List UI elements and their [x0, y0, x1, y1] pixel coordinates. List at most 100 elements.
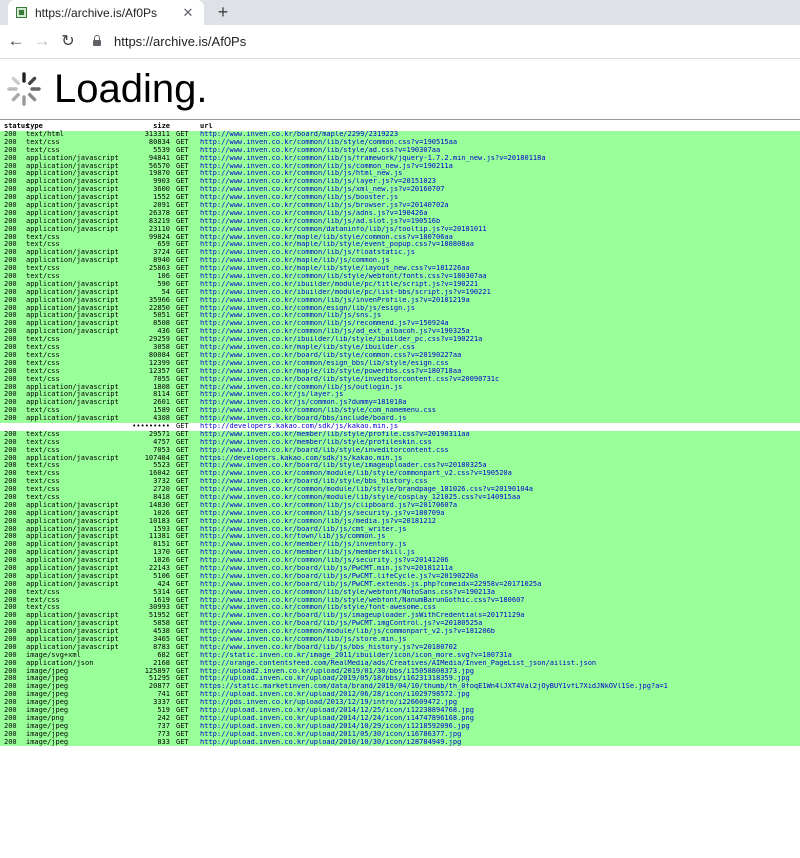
log-row: 200 application/javascript 2091 GET http://w… [0, 201, 800, 210]
log-row: 200 text/css 106 GET http://www.inven.co.kr/… [0, 272, 800, 281]
new-tab-button[interactable]: + [212, 1, 234, 23]
log-url[interactable]: http://www.inven.co.kr/board/lib/style/c… [200, 352, 800, 360]
log-url[interactable]: http://upload.inven.co.kr/upload/2019/05… [200, 675, 800, 683]
log-row: 200 application/javascript 1552 GET http://w… [0, 193, 800, 203]
log-url[interactable]: http://www.inven.co.kr/common/lib/js/flo… [200, 249, 800, 257]
log-url[interactable]: http://www.inven.co.kr/maple/lib/style/e… [200, 241, 800, 249]
log-url[interactable]: http://www.inven.co.kr/board/lib/style/i… [200, 376, 800, 384]
log-url[interactable]: http://www.inven.co.kr/common/lib/style/… [200, 273, 800, 281]
log-row: 200 text/css 7055 GET http://www.inven.co.kr… [0, 375, 800, 384]
log-row: 200 application/javascript 107404 GET https:… [0, 454, 800, 463]
log-url[interactable]: http://www.inven.co.kr/common/lib/js/lay… [200, 178, 800, 186]
log-url[interactable]: http://www.inven.co.kr/maple/lib/style/l… [200, 265, 800, 273]
back-arrow-icon[interactable]: ← [5, 30, 27, 52]
log-url[interactable]: http://www.inven.co.kr/common/lib/style/… [200, 597, 800, 605]
log-url[interactable]: http://www.inven.co.kr/ibuilder/lib/styl… [200, 336, 800, 344]
log-url[interactable]: http://www.inven.co.kr/js/common.js?dumm… [200, 399, 800, 407]
log-url[interactable]: http://www.inven.co.kr/common/lib/js/sto… [200, 636, 800, 644]
log-url[interactable]: http://www.inven.co.kr/common/esign/lib/… [200, 305, 800, 313]
log-url[interactable]: http://www.inven.co.kr/member/lib/js/mem… [200, 549, 800, 557]
browser-toolbar: ← → ↻ https://archive.is/Af0Ps [0, 25, 800, 59]
log-url[interactable]: http://www.inven.co.kr/common/lib/js/fra… [200, 155, 800, 163]
log-url[interactable]: http://www.inven.co.kr/board/lib/style/i… [200, 462, 800, 470]
log-url[interactable]: http://www.inven.co.kr/board/lib/js/PwCM… [200, 620, 800, 628]
log-url[interactable]: http://www.inven.co.kr/ibuilder/module/p… [200, 281, 800, 289]
address-bar[interactable]: https://archive.is/Af0Ps [87, 29, 794, 53]
log-row: 200 text/html 313311 GET http://www.inven.co… [0, 130, 800, 139]
log-url[interactable]: https://developers.kakao.com/sdk/js/kaka… [200, 455, 800, 463]
log-url[interactable]: http://www.inven.co.kr/member/lib/style/… [200, 439, 800, 447]
log-url[interactable]: http://www.inven.co.kr/board/bbs/include… [200, 415, 800, 423]
log-url[interactable]: http://static.inven.co.kr/image_2011/ibu… [200, 652, 800, 660]
log-url[interactable]: http://www.inven.co.kr/common/esign_bbs/… [200, 360, 800, 368]
log-url[interactable]: http://www.inven.co.kr/common/lib/js/inv… [200, 297, 800, 305]
log-url[interactable]: http://www.inven.co.kr/maple/lib/style/i… [200, 344, 800, 352]
log-url[interactable]: http://www.inven.co.kr/common/lib/style/… [200, 407, 800, 415]
log-url[interactable]: http://upload.inven.co.kr/upload/2012/06… [200, 691, 800, 699]
log-header: status type size url [0, 120, 800, 131]
log-url[interactable]: http://www.inven.co.kr/common/lib/js/sec… [200, 557, 800, 565]
log-url[interactable]: http://www.inven.co.kr/maple/lib/style/p… [200, 368, 800, 376]
log-url[interactable]: http://www.inven.co.kr/common/lib/js/boo… [200, 194, 800, 202]
log-url[interactable]: http://www.inven.co.kr/common/lib/js/med… [200, 518, 800, 526]
log-url[interactable]: http://www.inven.co.kr/board/lib/js/PwCM… [200, 581, 800, 589]
log-url[interactable]: http://orange.contentsfeed.com/RealMedia… [200, 660, 800, 668]
log-url[interactable]: http://www.inven.co.kr/common/lib/style/… [200, 589, 800, 597]
log-url[interactable]: http://www.inven.co.kr/common/lib/style/… [200, 139, 800, 147]
browser-tab[interactable]: https://archive.is/Af0Ps ✕ [8, 0, 204, 25]
log-url[interactable]: http://www.inven.co.kr/board/lib/js/PwCM… [200, 565, 800, 573]
log-url[interactable]: http://www.inven.co.kr/common/lib/js/adn… [200, 210, 800, 218]
log-row: 200 text/css 3058 GET http://www.inven.co.kr… [0, 343, 800, 352]
log-url[interactable]: http://www.inven.co.kr/board/lib/js/bbs_… [200, 644, 800, 652]
close-icon[interactable]: ✕ [180, 5, 196, 21]
log-row: 200 text/css 29571 GET http://www.inven.co.k… [0, 430, 800, 439]
forward-arrow-icon[interactable]: → [31, 30, 53, 52]
log-url[interactable]: http://www.inven.co.kr/board/lib/js/PwCM… [200, 573, 800, 581]
log-url[interactable]: http://www.inven.co.kr/common/lib/js/bro… [200, 202, 800, 210]
log-url[interactable]: http://www.inven.co.kr/common/lib/js/xml… [200, 186, 800, 194]
log-url[interactable]: http://www.inven.co.kr/common/lib/js/ad.… [200, 218, 800, 226]
log-url[interactable]: http://upload.inven.co.kr/upload/2011/05… [200, 731, 800, 739]
log-url[interactable]: http://upload.inven.co.kr/upload/2014/12… [200, 715, 800, 723]
log-url[interactable]: http://pds.inven.co.kr/upload/2013/12/19… [200, 699, 800, 707]
log-url[interactable]: http://www.inven.co.kr/common/lib/js/htm… [200, 170, 800, 178]
log-url[interactable]: http://www.inven.co.kr/common/lib/js/out… [200, 384, 800, 392]
log-url[interactable]: http://www.inven.co.kr/common/module/lib… [200, 494, 800, 502]
log-url[interactable]: http://www.inven.co.kr/js/layer.js [200, 391, 800, 399]
log-url[interactable]: http://www.inven.co.kr/common/lib/js/sec… [200, 510, 800, 518]
log-url[interactable]: http://www.inven.co.kr/maple/lib/style/c… [200, 234, 800, 242]
log-url[interactable]: https://static.marketinven.com/data/bran… [200, 683, 800, 691]
log-row: 200 application/javascript 19870 GET http://… [0, 170, 800, 179]
log-url[interactable]: http://upload.inven.co.kr/upload/2010/10… [200, 739, 800, 747]
log-url[interactable]: http://www.inven.co.kr/town/lib/js/commo… [200, 533, 800, 541]
log-url[interactable]: http://www.inven.co.kr/board/lib/js/imag… [200, 612, 800, 620]
log-url[interactable]: http://www.inven.co.kr/common/dataninfo/… [200, 226, 800, 234]
log-url[interactable]: http://www.inven.co.kr/common/module/lib… [200, 470, 800, 478]
log-url[interactable]: http://www.inven.co.kr/board/maple/2299/… [200, 131, 800, 139]
reload-icon[interactable]: ↻ [57, 30, 79, 52]
log-url[interactable]: http://www.inven.co.kr/ibuilder/module/p… [200, 289, 800, 297]
log-url[interactable]: http://www.inven.co.kr/board/lib/style/i… [200, 447, 800, 455]
log-url[interactable]: http://www.inven.co.kr/common/lib/js/ad_… [200, 328, 800, 336]
log-url[interactable]: http://upload.inven.co.kr/upload/2014/10… [200, 723, 800, 731]
log-url[interactable]: http://www.inven.co.kr/common/lib/js/com… [200, 163, 800, 171]
log-url[interactable]: http://www.inven.co.kr/common/lib/js/cli… [200, 502, 800, 510]
log-url[interactable]: http://www.inven.co.kr/common/lib/js/rec… [200, 320, 800, 328]
log-url[interactable]: http://www.inven.co.kr/common/lib/style/… [200, 147, 800, 155]
log-row: 200 application/javascript 1026 GET http://w… [0, 509, 800, 518]
log-row: 200 application/javascript 11381 GET http://… [0, 533, 800, 542]
log-row: 200 text/css 1619 GET http://www.inven.co.kr… [0, 596, 800, 605]
log-url[interactable]: http://developers.kakao.com/sdk/js/kakao… [200, 423, 800, 431]
log-url[interactable]: http://www.inven.co.kr/maple/lib/js/comm… [200, 257, 800, 265]
log-url[interactable]: http://upload.inven.co.kr/upload/2014/12… [200, 707, 800, 715]
log-url[interactable]: http://www.inven.co.kr/common/module/lib… [200, 628, 800, 636]
log-url[interactable]: http://www.inven.co.kr/member/lib/js/inv… [200, 541, 800, 549]
log-url[interactable]: http://www.inven.co.kr/common/module/lib… [200, 486, 800, 494]
log-url[interactable]: http://www.inven.co.kr/board/lib/js/cmt_… [200, 526, 800, 534]
log-url[interactable]: http://upload2.inven.co.kr/upload/2019/0… [200, 668, 800, 676]
log-type: image/jpeg [26, 737, 69, 746]
log-url[interactable]: http://www.inven.co.kr/common/lib/style/… [200, 604, 800, 612]
log-url[interactable]: http://www.inven.co.kr/member/lib/style/… [200, 431, 800, 439]
log-url[interactable]: http://www.inven.co.kr/board/lib/style/b… [200, 478, 800, 486]
log-url[interactable]: http://www.inven.co.kr/common/lib/js/sns… [200, 312, 800, 320]
